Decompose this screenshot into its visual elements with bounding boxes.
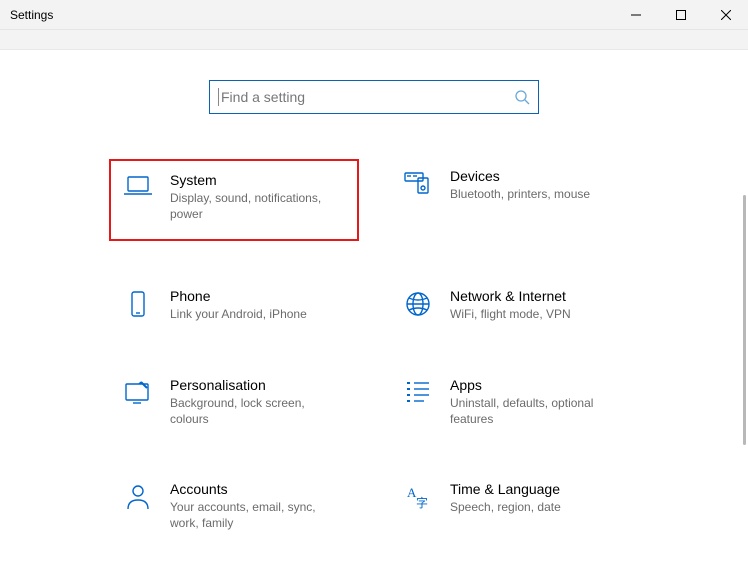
tile-title: Devices: [450, 168, 590, 184]
search-input[interactable]: Find a setting: [209, 80, 539, 114]
tile-title: Phone: [170, 288, 307, 304]
titlebar: Settings: [0, 0, 748, 30]
minimize-button[interactable]: [613, 0, 658, 30]
tile-system[interactable]: System Display, sound, notifications, po…: [110, 160, 358, 240]
devices-icon: [403, 170, 433, 196]
tile-desc: Uninstall, defaults, optional features: [450, 395, 620, 427]
tile-apps[interactable]: Apps Uninstall, defaults, optional featu…: [390, 369, 638, 433]
search-icon: [514, 89, 530, 105]
search-placeholder: Find a setting: [221, 89, 514, 105]
language-icon: A 字: [404, 483, 432, 511]
tile-title: Accounts: [170, 481, 340, 497]
tile-title: System: [170, 172, 340, 188]
tile-desc: Background, lock screen, colours: [170, 395, 340, 427]
personalisation-icon: [123, 379, 153, 405]
tile-accounts[interactable]: Accounts Your accounts, email, sync, wor…: [110, 473, 358, 537]
svg-text:字: 字: [416, 495, 428, 510]
window-controls: [613, 0, 748, 30]
tile-desc: WiFi, flight mode, VPN: [450, 306, 571, 322]
tile-network[interactable]: Network & Internet WiFi, flight mode, VP…: [390, 280, 638, 328]
tile-title: Apps: [450, 377, 620, 393]
tile-desc: Speech, region, date: [450, 499, 561, 515]
text-caret: [218, 88, 219, 106]
tile-desc: Bluetooth, printers, mouse: [450, 186, 590, 202]
tile-title: Network & Internet: [450, 288, 571, 304]
maximize-button[interactable]: [658, 0, 703, 30]
tile-phone[interactable]: Phone Link your Android, iPhone: [110, 280, 358, 328]
subheader-bar: [0, 30, 748, 50]
tile-title: Personalisation: [170, 377, 340, 393]
laptop-icon: [123, 174, 153, 200]
settings-grid: System Display, sound, notifications, po…: [110, 160, 638, 537]
tile-desc: Link your Android, iPhone: [170, 306, 307, 322]
scrollbar-thumb[interactable]: [743, 195, 746, 445]
apps-list-icon: [404, 379, 432, 403]
tile-desc: Display, sound, notifications, power: [170, 190, 340, 222]
window-title: Settings: [0, 8, 613, 22]
close-button[interactable]: [703, 0, 748, 30]
tile-time-language[interactable]: A 字 Time & Language Speech, region, date: [390, 473, 638, 537]
tile-title: Time & Language: [450, 481, 561, 497]
globe-icon: [404, 290, 432, 318]
search-wrap: Find a setting: [0, 50, 748, 114]
person-icon: [125, 483, 151, 511]
tile-devices[interactable]: Devices Bluetooth, printers, mouse: [390, 160, 638, 240]
tile-personalisation[interactable]: Personalisation Background, lock screen,…: [110, 369, 358, 433]
tile-desc: Your accounts, email, sync, work, family: [170, 499, 340, 531]
content-area: Find a setting System Display, sound, no…: [0, 50, 748, 571]
phone-icon: [127, 290, 149, 320]
